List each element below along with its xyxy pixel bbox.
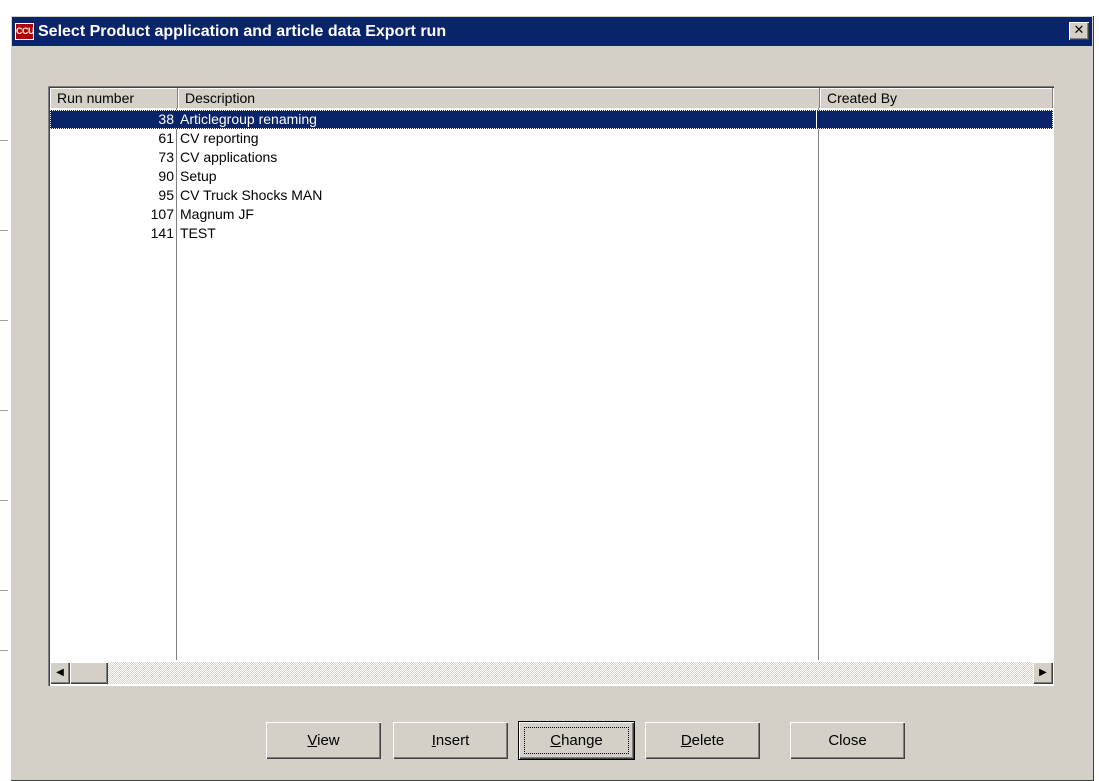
description-cell: TEST — [180, 225, 216, 241]
table-row[interactable]: 61 CV reporting — [50, 129, 1053, 148]
arrow-right-icon: ▶ — [1039, 667, 1047, 678]
view-button[interactable]: View — [266, 722, 381, 759]
list-header: Run number Description Created By — [50, 88, 1053, 108]
run-number-cell: 61 — [158, 130, 174, 146]
arrow-left-icon: ◀ — [56, 667, 64, 678]
close-icon: ✕ — [1073, 23, 1085, 38]
run-number-cell: 141 — [150, 225, 174, 241]
list-rows: 38 Articlegroup renaming 61 CV reporting 73 C… — [50, 110, 1053, 243]
close-window-button[interactable]: ✕ — [1069, 22, 1089, 40]
run-number-cell: 73 — [158, 149, 174, 165]
title-bar[interactable]: CCU Select Product application and artic… — [12, 17, 1092, 46]
export-run-list[interactable]: Run number Description Created By 38 Arti… — [48, 86, 1054, 686]
run-number-cell: 95 — [158, 187, 174, 203]
dialog-title: Select Product application and article d… — [38, 23, 447, 40]
run-number-cell: 107 — [150, 206, 174, 222]
scroll-left-button[interactable]: ◀ — [50, 662, 70, 684]
delete-button[interactable]: Delete — [645, 722, 760, 759]
table-row[interactable]: 95 CV Truck Shocks MAN — [50, 186, 1053, 205]
column-header-created-by[interactable]: Created By — [820, 88, 1053, 108]
description-cell: CV Truck Shocks MAN — [180, 187, 323, 203]
scroll-right-button[interactable]: ▶ — [1033, 662, 1053, 684]
description-cell: Magnum JF — [180, 206, 254, 222]
table-row[interactable]: 90 Setup — [50, 167, 1053, 186]
table-row[interactable]: 107 Magnum JF — [50, 205, 1053, 224]
table-row[interactable]: 141 TEST — [50, 224, 1053, 243]
column-header-run-number[interactable]: Run number — [50, 88, 178, 108]
insert-button[interactable]: Insert — [393, 722, 508, 759]
description-cell: CV reporting — [180, 130, 259, 146]
column-header-description[interactable]: Description — [178, 88, 820, 108]
export-run-dialog: CCU Select Product application and artic… — [10, 15, 1094, 781]
background-window — [0, 0, 10, 781]
description-cell: CV applications — [180, 149, 278, 165]
scrollbar-thumb[interactable] — [70, 662, 108, 684]
focus-rectangle — [50, 110, 1053, 129]
horizontal-scrollbar[interactable]: ◀ ▶ — [50, 662, 1053, 684]
table-row[interactable]: 38 Articlegroup renaming — [50, 110, 1053, 129]
close-button[interactable]: Close — [790, 722, 905, 759]
description-cell: Setup — [180, 168, 217, 184]
change-button[interactable]: Change — [519, 722, 634, 759]
app-icon: CCU — [15, 23, 35, 40]
run-number-cell: 90 — [158, 168, 174, 184]
table-row[interactable]: 73 CV applications — [50, 148, 1053, 167]
